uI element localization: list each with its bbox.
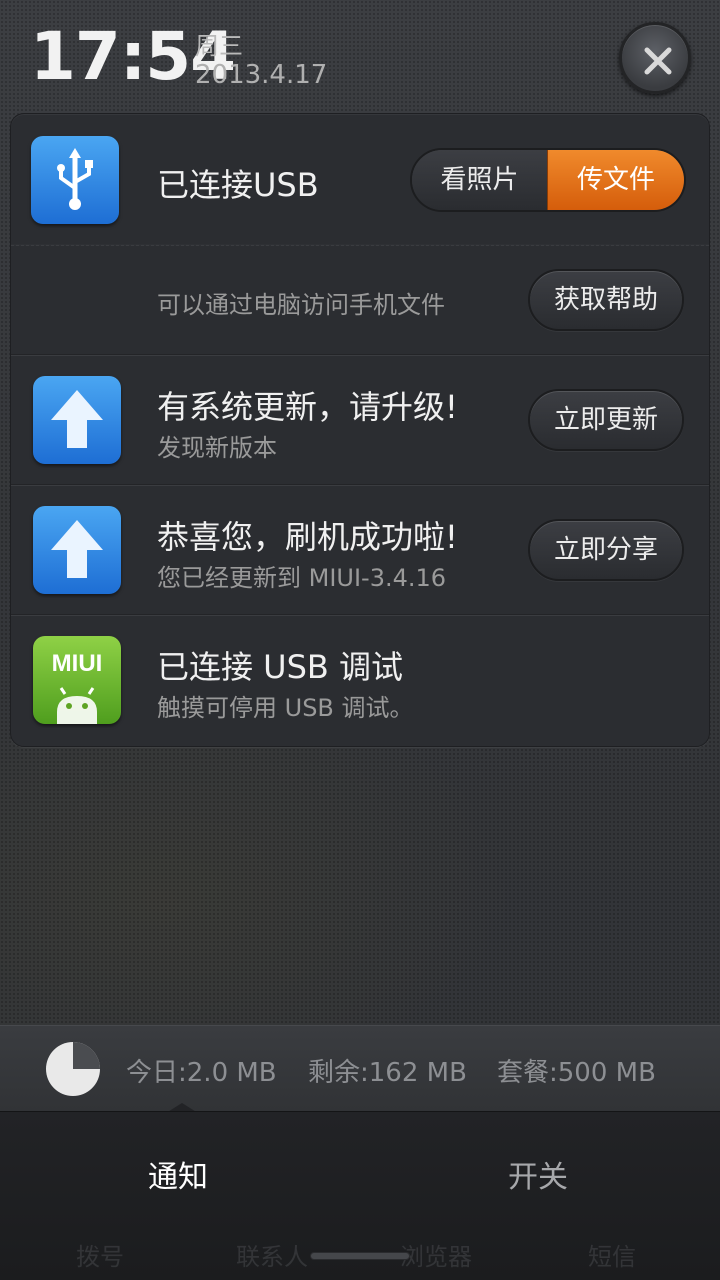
dock-label-dialer: 拨号 <box>76 1243 124 1271</box>
transfer-files-button[interactable]: 传文件 <box>547 150 684 210</box>
usage-today: 今日:2.0 MB <box>126 1058 277 1088</box>
drag-handle[interactable] <box>310 1252 410 1260</box>
get-help-button[interactable]: 获取帮助 <box>528 269 684 331</box>
divider <box>11 244 709 246</box>
close-button[interactable] <box>619 22 691 94</box>
dock-label-browser: 浏览器 <box>400 1243 472 1271</box>
tab-bar: 拨号 联系人 浏览器 短信 通知 开关 <box>0 1111 720 1280</box>
divider <box>11 484 709 486</box>
usb-mode-toggle: 看照片 传文件 <box>410 148 686 212</box>
close-icon <box>644 47 672 75</box>
view-photos-button[interactable]: 看照片 <box>412 150 547 210</box>
share-now-button[interactable]: 立即分享 <box>528 519 684 581</box>
tab-switches[interactable]: 开关 <box>508 1152 568 1196</box>
debug-subtitle: 触摸可停用 USB 调试。 <box>157 694 414 722</box>
data-usage-bar: 今日:2.0 MB 剩余:162 MB 套餐:500 MB <box>0 1025 720 1111</box>
notification-panel: 已连接USB 看照片 传文件 可以通过电脑访问手机文件 获取帮助 有系统更新，请… <box>10 113 710 747</box>
update-title: 有系统更新，请升级! <box>157 388 458 426</box>
upload-arrow-icon <box>33 376 121 464</box>
usage-used-slice <box>73 1042 100 1069</box>
flash-title: 恭喜您，刷机成功啦! <box>157 518 458 556</box>
usage-remaining: 剩余:162 MB <box>308 1058 467 1088</box>
status-header: 17:54 周三 2013.4.17 <box>0 0 720 110</box>
divider <box>11 354 709 356</box>
usage-plan: 套餐:500 MB <box>497 1058 656 1088</box>
tab-notifications[interactable]: 通知 <box>148 1152 208 1196</box>
update-now-button[interactable]: 立即更新 <box>528 389 684 451</box>
dock-label-contacts: 联系人 <box>236 1243 308 1271</box>
usb-description: 可以通过电脑访问手机文件 <box>157 291 445 319</box>
date: 2013.4.17 <box>195 60 328 90</box>
dock-label-sms: 短信 <box>588 1243 636 1271</box>
update-subtitle: 发现新版本 <box>157 434 277 462</box>
upload-arrow-icon <box>33 506 121 594</box>
divider <box>11 614 709 616</box>
data-usage-pie-icon <box>46 1042 100 1096</box>
weekday: 周三 <box>195 32 243 60</box>
usb-title: 已连接USB <box>157 166 319 204</box>
usb-icon <box>31 136 119 224</box>
flash-subtitle: 您已经更新到 MIUI-3.4.16 <box>157 564 447 592</box>
miui-android-icon: MIUI <box>33 636 121 724</box>
debug-title: 已连接 USB 调试 <box>157 648 404 686</box>
